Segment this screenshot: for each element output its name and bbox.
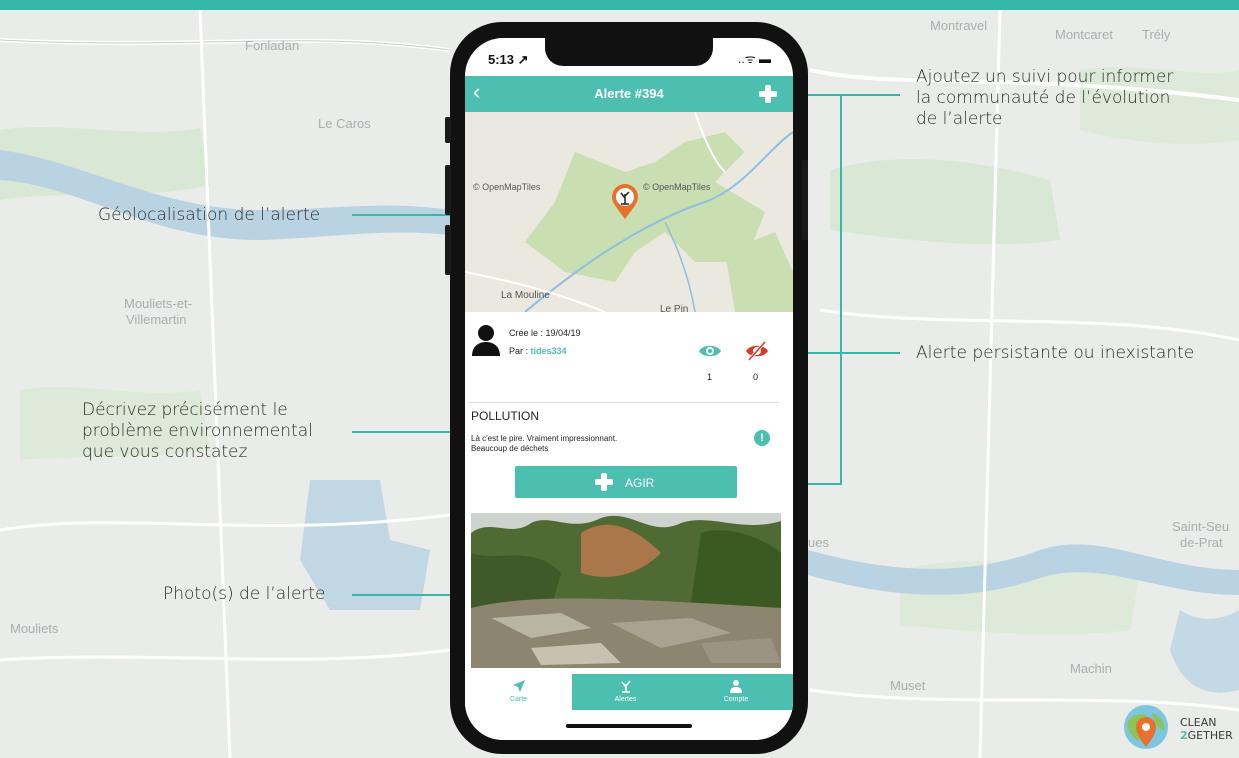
tab-label: Alertes: [614, 696, 637, 703]
map-label: Montcaret: [1055, 27, 1113, 42]
phone-side-button: [445, 225, 451, 275]
logo-text: CLEAN 2GETHER: [1180, 716, 1233, 742]
map-label: Mouliets-et-: [124, 296, 192, 311]
map-attribution: © OpenMapTiles: [473, 182, 541, 192]
alert-category: POLLUTION: [471, 409, 540, 423]
map-label: Trély: [1142, 27, 1171, 42]
map-label: Mouliets: [10, 621, 59, 636]
report-icon[interactable]: !: [754, 430, 770, 446]
connector-line: [352, 594, 462, 596]
logo-line: 2GETHER: [1180, 729, 1233, 742]
map-label: Le Caros: [318, 116, 371, 131]
annotation-describe: Décrivez précisément le problème environ…: [82, 400, 313, 462]
plus-icon[interactable]: [759, 85, 777, 103]
map-place-label: Le Pin: [660, 304, 689, 312]
phone-side-button: [802, 160, 808, 240]
dead-tree-icon: [620, 680, 631, 693]
map-label: Montravel: [930, 18, 988, 33]
plus-icon: [595, 473, 613, 491]
map-label: de-Prat: [1180, 535, 1223, 550]
logo-gether: GETHER: [1187, 729, 1233, 742]
map-label: Villemartin: [126, 312, 187, 327]
agir-button[interactable]: AGIR: [515, 466, 737, 498]
status-time: 5:13 ↗: [488, 52, 529, 67]
tab-label: Compte: [723, 696, 749, 703]
avatar: [472, 325, 500, 356]
top-accent-bar: [0, 0, 1239, 10]
map-place-label: La Mouline: [501, 290, 550, 301]
location-arrow-icon: [512, 680, 525, 692]
annotation-persistent: Alerte persistante ou inexistante: [916, 343, 1195, 363]
phone-screen: 5:13 ↗ ..ᯤ ▬ ‹ Alerte #394 © OpenMapTile…: [465, 38, 793, 740]
alert-pin-icon[interactable]: [611, 184, 639, 220]
author-line: Par : tides334: [509, 346, 567, 356]
alert-info: Crée le : 19/04/19 Par : tides334 1 0: [465, 312, 793, 400]
eye-slash-icon[interactable]: [744, 340, 770, 362]
page-title: Alerte #394: [594, 86, 664, 101]
annotation-geolocation: Géolocalisation de l’alerte: [98, 205, 321, 225]
logo-two: 2: [1180, 729, 1188, 742]
author-link[interactable]: tides334: [531, 346, 567, 356]
created-date: Crée le : 19/04/19: [509, 328, 581, 338]
phone-side-button: [445, 165, 451, 215]
alert-photo[interactable]: [471, 513, 781, 668]
alert-description: Là c'est le pire. Vraiment impressionnan…: [471, 434, 701, 454]
tab-alertes[interactable]: Alertes: [572, 674, 679, 710]
status-icons: ..ᯤ ▬: [738, 52, 771, 66]
tab-compte[interactable]: Compte: [679, 674, 793, 710]
phone-notch: [545, 36, 713, 66]
map-attribution: © OpenMapTiles: [643, 182, 711, 192]
author-prefix: Par :: [509, 346, 531, 356]
seen-count: 1: [707, 372, 713, 382]
description-line: Là c'est le pire. Vraiment impressionnan…: [471, 434, 618, 443]
tab-label: Carte: [509, 696, 528, 703]
phone-side-button: [445, 117, 451, 143]
connector-line-vertical: [840, 94, 842, 484]
alert-map[interactable]: © OpenMapTiles © OpenMapTiles La Mouline…: [465, 112, 793, 312]
description-line: Beaucoup de déchets: [471, 444, 549, 453]
map-label: Muset: [890, 678, 926, 693]
home-indicator[interactable]: [566, 724, 692, 728]
annotation-follow: Ajoutez un suivi pour informer la commun…: [916, 67, 1174, 129]
map-label: Machin: [1070, 661, 1112, 676]
annotation-photo: Photo(s) de l’alerte: [163, 584, 326, 604]
not-seen-count: 0: [753, 372, 759, 382]
app-header: ‹ Alerte #394: [465, 76, 793, 112]
connector-line: [352, 431, 462, 433]
user-icon: [730, 680, 742, 693]
divider: [469, 402, 779, 403]
eye-icon[interactable]: [698, 343, 722, 359]
map-label: Fonladan: [245, 38, 300, 53]
logo-line: CLEAN: [1180, 716, 1217, 729]
agir-button-label: AGIR: [625, 476, 655, 490]
map-label: Saint-Seu: [1172, 519, 1230, 534]
map-label: ues: [808, 535, 829, 550]
tab-carte[interactable]: Carte: [465, 674, 572, 710]
tab-bar: Carte Alertes Compte: [465, 674, 793, 740]
